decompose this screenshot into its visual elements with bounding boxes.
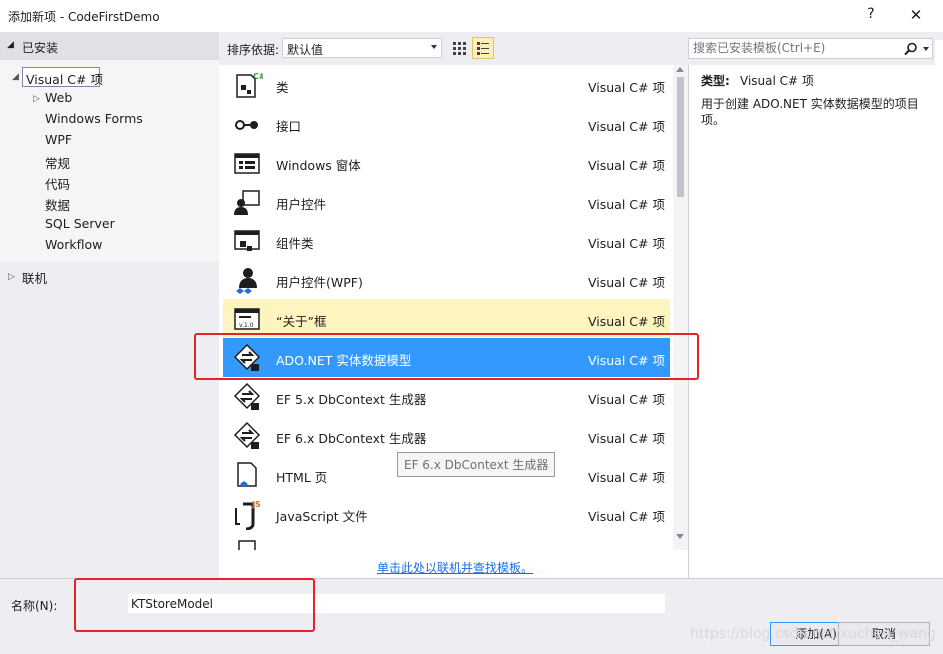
about-box-icon: v.1.0 [234,308,260,330]
template-item-interface[interactable]: 接口 Visual C# 项 [223,104,670,143]
installed-header[interactable]: ◢ 已安装 [0,32,219,60]
template-item-user-control[interactable]: 用户控件 Visual C# 项 [223,182,670,221]
installed-label: 已安装 [22,41,59,55]
template-name: 组件类 [276,236,314,251]
sort-dropdown[interactable]: 默认值 [282,38,442,58]
tree-item-code[interactable]: 代码 [45,174,70,193]
window-edge [935,40,943,180]
svg-text:v.1.0: v.1.0 [239,322,254,329]
online-templates-link[interactable]: 单击此处以联机并查找模板。 [377,559,533,576]
tree-item-workflow[interactable]: Workflow [45,237,102,252]
sort-value: 默认值 [287,43,324,57]
template-type: Visual C# 项 [588,470,665,485]
expand-arrow-icon[interactable]: ▷ [33,94,40,104]
template-name: “关于”框 [276,314,327,329]
template-type: Visual C# 项 [588,197,665,212]
chevron-down-icon [431,45,437,49]
interface-icon [235,120,258,130]
search-field[interactable] [688,38,933,59]
template-list: C# 类 Visual C# 项 接口 Visual C# 项 Windows … [223,65,673,550]
expand-arrow-icon[interactable]: ▷ [8,272,15,282]
template-item-class[interactable]: C# 类 Visual C# 项 [223,65,670,104]
template-list-scrollbar[interactable] [673,65,688,550]
template-type: Visual C# 项 [588,80,665,95]
template-name: ADO.NET 实体数据模型 [276,353,412,368]
cancel-button[interactable]: 取消 [838,622,930,646]
template-item-user-control-wpf[interactable]: 用户控件(WPF) Visual C# 项 [223,260,670,299]
tree-item-general[interactable]: 常规 [45,153,70,172]
search-options-chevron-icon[interactable] [923,47,929,51]
javascript-file-icon: JS [235,500,261,530]
file-icon [238,540,256,550]
detail-type-value: Visual C# 项 [740,74,814,88]
scroll-up-icon[interactable] [676,67,684,72]
template-type: Visual C# 项 [588,392,665,407]
name-input[interactable] [128,594,665,613]
tree-item-visual-csharp[interactable]: Visual C# 项 [26,69,103,88]
list-view-icon [477,42,489,55]
template-item-windows-form[interactable]: Windows 窗体 Visual C# 项 [223,143,670,182]
template-name: JavaScript 文件 [276,509,368,524]
template-item-ado-net-entity-model[interactable]: ADO.NET 实体数据模型 Visual C# 项 [223,338,670,377]
help-button[interactable]: ? [860,6,882,26]
template-item-partial[interactable] [223,533,670,550]
class-file-icon: C# [236,72,263,98]
component-class-icon [234,230,260,251]
template-name: EF 6.x DbContext 生成器 [276,431,427,446]
template-item-ef5-dbcontext[interactable]: EF 5.x DbContext 生成器 Visual C# 项 [223,377,670,416]
scroll-down-icon[interactable] [676,534,684,539]
template-name: Windows 窗体 [276,158,361,173]
template-name: 用户控件 [276,197,327,212]
wpf-user-control-icon [236,268,257,294]
collapse-arrow-icon[interactable]: ◢ [7,40,14,50]
template-type: Visual C# 项 [588,236,665,251]
template-item-ef6-dbcontext[interactable]: EF 6.x DbContext 生成器 Visual C# 项 [223,416,670,455]
detail-description: 用于创建 ADO.NET 实体数据模型的项目项。 [701,97,919,127]
category-tree [0,60,219,262]
sort-label: 排序依据: [227,43,280,57]
close-button[interactable]: ✕ [905,6,927,26]
template-type: Visual C# 项 [588,158,665,173]
ef-generator-icon [233,421,261,449]
windows-form-icon [234,153,260,174]
search-icon[interactable] [904,42,918,56]
template-name: 用户控件(WPF) [276,275,363,290]
svg-text:C#: C# [253,72,263,81]
name-label: 名称(N): [11,599,58,613]
template-tooltip: EF 6.x DbContext 生成器 [397,452,556,477]
tree-item-sql-server[interactable]: SQL Server [45,216,115,231]
grid-view-icon [453,42,466,55]
template-type: Visual C# 项 [588,353,665,368]
template-name: HTML 页 [276,470,328,485]
template-type: Visual C# 项 [588,275,665,290]
template-item-about-box[interactable]: v.1.0 “关于”框 Visual C# 项 [223,299,670,338]
tree-item-wpf[interactable]: WPF [45,132,72,147]
template-item-component-class[interactable]: 组件类 Visual C# 项 [223,221,670,260]
template-type: Visual C# 项 [588,431,665,446]
template-item-javascript-file[interactable]: JS JavaScript 文件 Visual C# 项 [223,494,670,533]
detail-type-label: 类型: [701,74,730,88]
template-name: 类 [276,80,289,95]
expanded-arrow-icon[interactable]: ◢ [12,72,19,82]
scroll-thumb[interactable] [677,77,684,197]
template-type: Visual C# 项 [588,119,665,134]
details-pane [688,65,933,578]
search-input[interactable] [693,41,903,55]
tree-item-windows-forms[interactable]: Windows Forms [45,111,143,126]
tree-item-online[interactable]: 联机 [22,268,47,287]
template-name: 接口 [276,119,302,134]
template-type: Visual C# 项 [588,314,665,329]
html-file-icon [237,462,257,487]
ef-generator-icon [233,382,261,410]
template-type: Visual C# 项 [588,509,665,524]
tree-item-data[interactable]: 数据 [45,195,70,214]
entity-model-icon [233,343,261,371]
list-view-button[interactable] [472,37,494,59]
window-title: 添加新项 - CodeFirstDemo [8,10,160,24]
grid-view-button[interactable] [448,37,470,59]
template-name: EF 5.x DbContext 生成器 [276,392,427,407]
user-control-icon [234,190,260,215]
tree-item-web[interactable]: Web [45,90,72,105]
svg-text:JS: JS [251,500,261,509]
